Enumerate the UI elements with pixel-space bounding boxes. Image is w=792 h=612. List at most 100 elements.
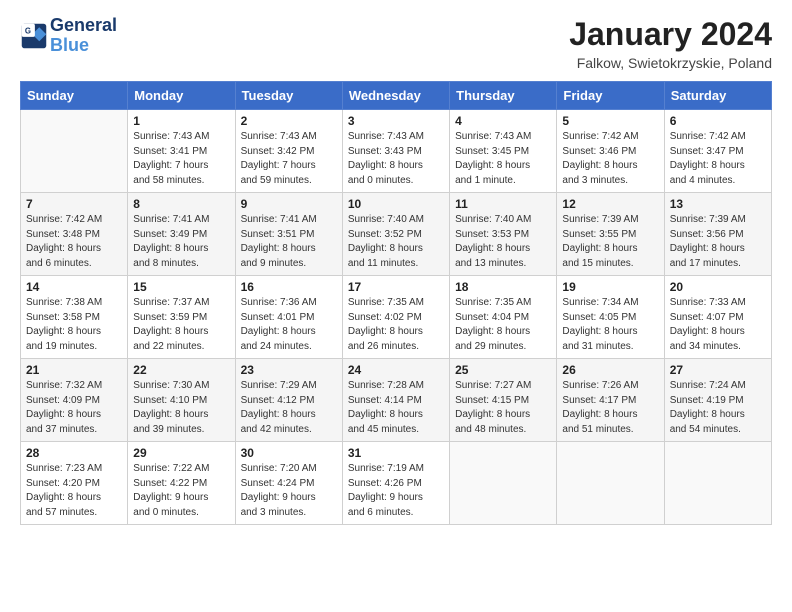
day-number: 7 (26, 197, 122, 211)
day-number: 13 (670, 197, 766, 211)
day-number: 9 (241, 197, 337, 211)
header: G GeneralBlue January 2024 Falkow, Swiet… (20, 16, 772, 71)
day-info: Sunrise: 7:40 AM Sunset: 3:53 PM Dayligh… (455, 213, 551, 271)
day-number: 1 (133, 114, 229, 128)
day-info: Sunrise: 7:36 AM Sunset: 4:01 PM Dayligh… (241, 296, 337, 354)
day-number: 15 (133, 280, 229, 294)
day-number: 22 (133, 363, 229, 377)
calendar-cell: 1 Sunrise: 7:43 AM Sunset: 3:41 PM Daylig… (128, 110, 235, 193)
header-day-wednesday: Wednesday (342, 82, 449, 110)
day-number: 3 (348, 114, 444, 128)
day-info: Sunrise: 7:23 AM Sunset: 4:20 PM Dayligh… (26, 462, 122, 520)
calendar-cell: 14Sunrise: 7:38 AM Sunset: 3:58 PM Dayli… (21, 276, 128, 359)
day-number: 21 (26, 363, 122, 377)
logo-text: GeneralBlue (50, 16, 117, 56)
calendar-cell: 18Sunrise: 7:35 AM Sunset: 4:04 PM Dayli… (450, 276, 557, 359)
calendar-cell: 2Sunrise: 7:43 AM Sunset: 3:42 PM Daylig… (235, 110, 342, 193)
day-info: Sunrise: 7:42 AM Sunset: 3:48 PM Dayligh… (26, 213, 122, 271)
calendar-title: January 2024 (569, 16, 772, 53)
day-number: 6 (670, 114, 766, 128)
calendar-cell: 9 Sunrise: 7:41 AM Sunset: 3:51 PM Daylig… (235, 193, 342, 276)
day-info: Sunrise: 7:43 AM Sunset: 3:42 PM Dayligh… (241, 130, 337, 188)
calendar-week-3: 14Sunrise: 7:38 AM Sunset: 3:58 PM Dayli… (21, 276, 772, 359)
title-block: January 2024 Falkow, Swietokrzyskie, Pol… (569, 16, 772, 71)
calendar-cell (664, 442, 771, 525)
day-number: 17 (348, 280, 444, 294)
calendar-header-row: SundayMondayTuesdayWednesdayThursdayFrid… (21, 82, 772, 110)
calendar-cell: 12 Sunrise: 7:39 AM Sunset: 3:55 PM Dayli… (557, 193, 664, 276)
day-info: Sunrise: 7:41 AM Sunset: 3:51 PM Dayligh… (241, 213, 337, 271)
day-number: 5 (562, 114, 658, 128)
calendar-cell: 26Sunrise: 7:26 AM Sunset: 4:17 PM Dayli… (557, 359, 664, 442)
day-info: Sunrise: 7:30 AM Sunset: 4:10 PM Dayligh… (133, 379, 229, 437)
header-day-saturday: Saturday (664, 82, 771, 110)
calendar-cell: 31Sunrise: 7:19 AM Sunset: 4:26 PM Dayli… (342, 442, 449, 525)
calendar-cell: 24Sunrise: 7:28 AM Sunset: 4:14 PM Dayli… (342, 359, 449, 442)
day-info: Sunrise: 7:42 AM Sunset: 3:46 PM Dayligh… (562, 130, 658, 188)
day-number: 29 (133, 446, 229, 460)
calendar-cell (21, 110, 128, 193)
calendar-cell (557, 442, 664, 525)
day-number: 10 (348, 197, 444, 211)
day-number: 8 (133, 197, 229, 211)
day-info: Sunrise: 7:42 AM Sunset: 3:47 PM Dayligh… (670, 130, 766, 188)
calendar-cell: 15 Sunrise: 7:37 AM Sunset: 3:59 PM Dayli… (128, 276, 235, 359)
calendar-cell: 10 Sunrise: 7:40 AM Sunset: 3:52 PM Dayli… (342, 193, 449, 276)
day-number: 18 (455, 280, 551, 294)
calendar-cell: 17Sunrise: 7:35 AM Sunset: 4:02 PM Dayli… (342, 276, 449, 359)
calendar-cell: 7 Sunrise: 7:42 AM Sunset: 3:48 PM Daylig… (21, 193, 128, 276)
calendar-week-1: 1 Sunrise: 7:43 AM Sunset: 3:41 PM Daylig… (21, 110, 772, 193)
calendar-cell: 13 Sunrise: 7:39 AM Sunset: 3:56 PM Dayli… (664, 193, 771, 276)
calendar-cell: 19 Sunrise: 7:34 AM Sunset: 4:05 PM Dayli… (557, 276, 664, 359)
header-day-tuesday: Tuesday (235, 82, 342, 110)
day-number: 27 (670, 363, 766, 377)
day-info: Sunrise: 7:43 AM Sunset: 3:45 PM Dayligh… (455, 130, 551, 188)
day-number: 11 (455, 197, 551, 211)
calendar-cell: 4 Sunrise: 7:43 AM Sunset: 3:45 PM Daylig… (450, 110, 557, 193)
day-number: 4 (455, 114, 551, 128)
day-info: Sunrise: 7:19 AM Sunset: 4:26 PM Dayligh… (348, 462, 444, 520)
day-info: Sunrise: 7:34 AM Sunset: 4:05 PM Dayligh… (562, 296, 658, 354)
calendar-cell: 20 Sunrise: 7:33 AM Sunset: 4:07 PM Dayli… (664, 276, 771, 359)
day-info: Sunrise: 7:39 AM Sunset: 3:55 PM Dayligh… (562, 213, 658, 271)
calendar-cell: 29 Sunrise: 7:22 AM Sunset: 4:22 PM Dayli… (128, 442, 235, 525)
day-info: Sunrise: 7:43 AM Sunset: 3:41 PM Dayligh… (133, 130, 229, 188)
day-number: 12 (562, 197, 658, 211)
logo: G GeneralBlue (20, 16, 117, 56)
logo-icon: G (20, 22, 48, 50)
calendar-cell: 27Sunrise: 7:24 AM Sunset: 4:19 PM Dayli… (664, 359, 771, 442)
calendar-subtitle: Falkow, Swietokrzyskie, Poland (569, 55, 772, 71)
calendar-table: SundayMondayTuesdayWednesdayThursdayFrid… (20, 81, 772, 525)
day-number: 23 (241, 363, 337, 377)
day-info: Sunrise: 7:27 AM Sunset: 4:15 PM Dayligh… (455, 379, 551, 437)
day-info: Sunrise: 7:39 AM Sunset: 3:56 PM Dayligh… (670, 213, 766, 271)
calendar-week-5: 28Sunrise: 7:23 AM Sunset: 4:20 PM Dayli… (21, 442, 772, 525)
day-number: 19 (562, 280, 658, 294)
calendar-cell: 30Sunrise: 7:20 AM Sunset: 4:24 PM Dayli… (235, 442, 342, 525)
day-number: 30 (241, 446, 337, 460)
day-number: 20 (670, 280, 766, 294)
day-info: Sunrise: 7:33 AM Sunset: 4:07 PM Dayligh… (670, 296, 766, 354)
calendar-cell: 11 Sunrise: 7:40 AM Sunset: 3:53 PM Dayli… (450, 193, 557, 276)
header-day-sunday: Sunday (21, 82, 128, 110)
day-info: Sunrise: 7:37 AM Sunset: 3:59 PM Dayligh… (133, 296, 229, 354)
calendar-week-4: 21 Sunrise: 7:32 AM Sunset: 4:09 PM Dayli… (21, 359, 772, 442)
day-info: Sunrise: 7:26 AM Sunset: 4:17 PM Dayligh… (562, 379, 658, 437)
day-info: Sunrise: 7:32 AM Sunset: 4:09 PM Dayligh… (26, 379, 122, 437)
day-info: Sunrise: 7:40 AM Sunset: 3:52 PM Dayligh… (348, 213, 444, 271)
calendar-cell: 16 Sunrise: 7:36 AM Sunset: 4:01 PM Dayli… (235, 276, 342, 359)
calendar-cell: 28Sunrise: 7:23 AM Sunset: 4:20 PM Dayli… (21, 442, 128, 525)
calendar-cell (450, 442, 557, 525)
calendar-week-2: 7 Sunrise: 7:42 AM Sunset: 3:48 PM Daylig… (21, 193, 772, 276)
day-info: Sunrise: 7:28 AM Sunset: 4:14 PM Dayligh… (348, 379, 444, 437)
header-day-monday: Monday (128, 82, 235, 110)
calendar-cell: 8 Sunrise: 7:41 AM Sunset: 3:49 PM Daylig… (128, 193, 235, 276)
day-number: 16 (241, 280, 337, 294)
day-info: Sunrise: 7:43 AM Sunset: 3:43 PM Dayligh… (348, 130, 444, 188)
day-info: Sunrise: 7:41 AM Sunset: 3:49 PM Dayligh… (133, 213, 229, 271)
calendar-cell: 21 Sunrise: 7:32 AM Sunset: 4:09 PM Dayli… (21, 359, 128, 442)
page-container: G GeneralBlue January 2024 Falkow, Swiet… (0, 0, 792, 535)
day-info: Sunrise: 7:38 AM Sunset: 3:58 PM Dayligh… (26, 296, 122, 354)
day-info: Sunrise: 7:22 AM Sunset: 4:22 PM Dayligh… (133, 462, 229, 520)
calendar-cell: 5 Sunrise: 7:42 AM Sunset: 3:46 PM Daylig… (557, 110, 664, 193)
